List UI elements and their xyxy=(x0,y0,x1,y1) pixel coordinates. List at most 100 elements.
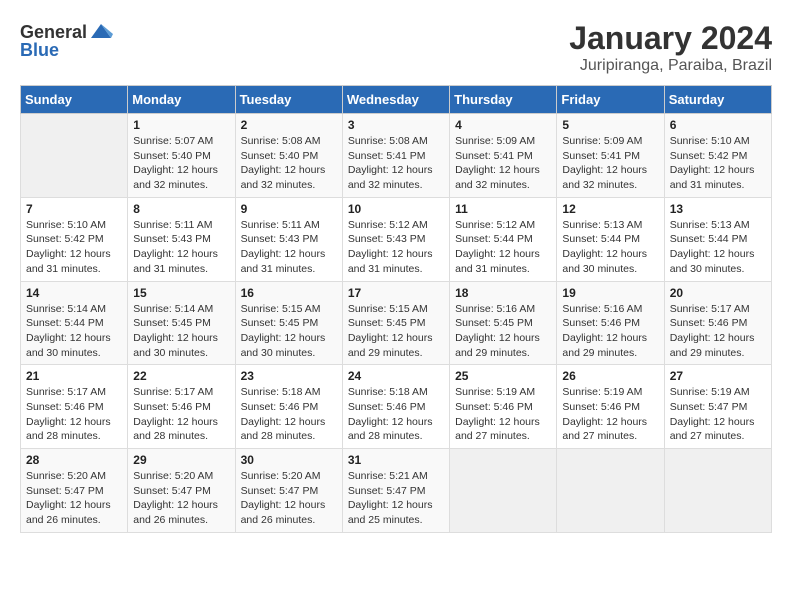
calendar-cell: 30 Sunrise: 5:20 AMSunset: 5:47 PMDayligh… xyxy=(235,449,342,533)
day-info: Sunrise: 5:17 AMSunset: 5:46 PMDaylight:… xyxy=(670,302,766,361)
day-number: 12 xyxy=(562,202,658,216)
day-number: 27 xyxy=(670,369,766,383)
header-saturday: Saturday xyxy=(664,86,771,114)
day-info: Sunrise: 5:08 AMSunset: 5:40 PMDaylight:… xyxy=(241,134,337,193)
header-tuesday: Tuesday xyxy=(235,86,342,114)
logo-blue: Blue xyxy=(20,40,59,61)
day-info: Sunrise: 5:11 AMSunset: 5:43 PMDaylight:… xyxy=(133,218,229,277)
day-number: 5 xyxy=(562,118,658,132)
day-number: 13 xyxy=(670,202,766,216)
header-thursday: Thursday xyxy=(450,86,557,114)
day-info: Sunrise: 5:08 AMSunset: 5:41 PMDaylight:… xyxy=(348,134,444,193)
day-number: 9 xyxy=(241,202,337,216)
calendar-cell: 25 Sunrise: 5:19 AMSunset: 5:46 PMDayligh… xyxy=(450,365,557,449)
day-info: Sunrise: 5:19 AMSunset: 5:46 PMDaylight:… xyxy=(562,385,658,444)
calendar-cell: 15 Sunrise: 5:14 AMSunset: 5:45 PMDayligh… xyxy=(128,281,235,365)
calendar-header-row: SundayMondayTuesdayWednesdayThursdayFrid… xyxy=(21,86,772,114)
calendar-week-row: 7 Sunrise: 5:10 AMSunset: 5:42 PMDaylight… xyxy=(21,197,772,281)
calendar-cell xyxy=(664,449,771,533)
calendar-cell: 29 Sunrise: 5:20 AMSunset: 5:47 PMDayligh… xyxy=(128,449,235,533)
day-info: Sunrise: 5:17 AMSunset: 5:46 PMDaylight:… xyxy=(26,385,122,444)
day-info: Sunrise: 5:09 AMSunset: 5:41 PMDaylight:… xyxy=(455,134,551,193)
calendar-cell: 27 Sunrise: 5:19 AMSunset: 5:47 PMDayligh… xyxy=(664,365,771,449)
day-info: Sunrise: 5:17 AMSunset: 5:46 PMDaylight:… xyxy=(133,385,229,444)
header-wednesday: Wednesday xyxy=(342,86,449,114)
day-info: Sunrise: 5:19 AMSunset: 5:47 PMDaylight:… xyxy=(670,385,766,444)
day-number: 19 xyxy=(562,286,658,300)
day-info: Sunrise: 5:21 AMSunset: 5:47 PMDaylight:… xyxy=(348,469,444,528)
calendar-week-row: 28 Sunrise: 5:20 AMSunset: 5:47 PMDayligh… xyxy=(21,449,772,533)
calendar-cell: 13Sunrise: 5:13 AMSunset: 5:44 PMDayligh… xyxy=(664,197,771,281)
day-number: 23 xyxy=(241,369,337,383)
day-info: Sunrise: 5:16 AMSunset: 5:46 PMDaylight:… xyxy=(562,302,658,361)
day-number: 30 xyxy=(241,453,337,467)
calendar-cell: 20Sunrise: 5:17 AMSunset: 5:46 PMDayligh… xyxy=(664,281,771,365)
header-sunday: Sunday xyxy=(21,86,128,114)
calendar-cell xyxy=(450,449,557,533)
day-number: 24 xyxy=(348,369,444,383)
day-number: 14 xyxy=(26,286,122,300)
calendar-cell: 6 Sunrise: 5:10 AMSunset: 5:42 PMDaylight… xyxy=(664,114,771,198)
calendar-cell: 11 Sunrise: 5:12 AMSunset: 5:44 PMDayligh… xyxy=(450,197,557,281)
day-info: Sunrise: 5:18 AMSunset: 5:46 PMDaylight:… xyxy=(241,385,337,444)
day-number: 28 xyxy=(26,453,122,467)
day-info: Sunrise: 5:14 AMSunset: 5:45 PMDaylight:… xyxy=(133,302,229,361)
calendar-cell: 14 Sunrise: 5:14 AMSunset: 5:44 PMDayligh… xyxy=(21,281,128,365)
day-info: Sunrise: 5:14 AMSunset: 5:44 PMDaylight:… xyxy=(26,302,122,361)
calendar-cell: 21 Sunrise: 5:17 AMSunset: 5:46 PMDayligh… xyxy=(21,365,128,449)
day-info: Sunrise: 5:10 AMSunset: 5:42 PMDaylight:… xyxy=(670,134,766,193)
calendar-cell: 24 Sunrise: 5:18 AMSunset: 5:46 PMDayligh… xyxy=(342,365,449,449)
calendar-table: SundayMondayTuesdayWednesdayThursdayFrid… xyxy=(20,85,772,533)
calendar-cell: 26Sunrise: 5:19 AMSunset: 5:46 PMDayligh… xyxy=(557,365,664,449)
calendar-week-row: 14 Sunrise: 5:14 AMSunset: 5:44 PMDayligh… xyxy=(21,281,772,365)
calendar-cell: 28 Sunrise: 5:20 AMSunset: 5:47 PMDayligh… xyxy=(21,449,128,533)
day-number: 3 xyxy=(348,118,444,132)
day-info: Sunrise: 5:20 AMSunset: 5:47 PMDaylight:… xyxy=(241,469,337,528)
day-number: 18 xyxy=(455,286,551,300)
calendar-cell: 22 Sunrise: 5:17 AMSunset: 5:46 PMDayligh… xyxy=(128,365,235,449)
calendar-cell: 4 Sunrise: 5:09 AMSunset: 5:41 PMDaylight… xyxy=(450,114,557,198)
day-info: Sunrise: 5:12 AMSunset: 5:44 PMDaylight:… xyxy=(455,218,551,277)
day-info: Sunrise: 5:18 AMSunset: 5:46 PMDaylight:… xyxy=(348,385,444,444)
day-number: 11 xyxy=(455,202,551,216)
calendar-cell xyxy=(557,449,664,533)
day-info: Sunrise: 5:07 AMSunset: 5:40 PMDaylight:… xyxy=(133,134,229,193)
calendar-cell: 12 Sunrise: 5:13 AMSunset: 5:44 PMDayligh… xyxy=(557,197,664,281)
day-number: 2 xyxy=(241,118,337,132)
calendar-cell xyxy=(21,114,128,198)
day-number: 1 xyxy=(133,118,229,132)
calendar-cell: 18Sunrise: 5:16 AMSunset: 5:45 PMDayligh… xyxy=(450,281,557,365)
calendar-cell: 8Sunrise: 5:11 AMSunset: 5:43 PMDaylight… xyxy=(128,197,235,281)
day-info: Sunrise: 5:12 AMSunset: 5:43 PMDaylight:… xyxy=(348,218,444,277)
calendar-cell: 10Sunrise: 5:12 AMSunset: 5:43 PMDayligh… xyxy=(342,197,449,281)
calendar-cell: 19 Sunrise: 5:16 AMSunset: 5:46 PMDayligh… xyxy=(557,281,664,365)
day-info: Sunrise: 5:20 AMSunset: 5:47 PMDaylight:… xyxy=(133,469,229,528)
day-info: Sunrise: 5:13 AMSunset: 5:44 PMDaylight:… xyxy=(562,218,658,277)
day-number: 16 xyxy=(241,286,337,300)
calendar-cell: 5 Sunrise: 5:09 AMSunset: 5:41 PMDaylight… xyxy=(557,114,664,198)
day-number: 15 xyxy=(133,286,229,300)
calendar-cell: 7 Sunrise: 5:10 AMSunset: 5:42 PMDaylight… xyxy=(21,197,128,281)
day-number: 25 xyxy=(455,369,551,383)
day-number: 21 xyxy=(26,369,122,383)
day-number: 7 xyxy=(26,202,122,216)
calendar-week-row: 21 Sunrise: 5:17 AMSunset: 5:46 PMDayligh… xyxy=(21,365,772,449)
logo-icon xyxy=(89,20,113,44)
day-info: Sunrise: 5:15 AMSunset: 5:45 PMDaylight:… xyxy=(348,302,444,361)
day-number: 22 xyxy=(133,369,229,383)
main-title: January 2024 xyxy=(569,20,772,57)
calendar-cell: 3 Sunrise: 5:08 AMSunset: 5:41 PMDaylight… xyxy=(342,114,449,198)
day-info: Sunrise: 5:10 AMSunset: 5:42 PMDaylight:… xyxy=(26,218,122,277)
day-info: Sunrise: 5:20 AMSunset: 5:47 PMDaylight:… xyxy=(26,469,122,528)
day-info: Sunrise: 5:19 AMSunset: 5:46 PMDaylight:… xyxy=(455,385,551,444)
day-number: 31 xyxy=(348,453,444,467)
calendar-cell: 23 Sunrise: 5:18 AMSunset: 5:46 PMDayligh… xyxy=(235,365,342,449)
header-friday: Friday xyxy=(557,86,664,114)
day-number: 29 xyxy=(133,453,229,467)
calendar-cell: 1 Sunrise: 5:07 AMSunset: 5:40 PMDaylight… xyxy=(128,114,235,198)
day-number: 4 xyxy=(455,118,551,132)
day-info: Sunrise: 5:09 AMSunset: 5:41 PMDaylight:… xyxy=(562,134,658,193)
day-number: 6 xyxy=(670,118,766,132)
day-info: Sunrise: 5:15 AMSunset: 5:45 PMDaylight:… xyxy=(241,302,337,361)
calendar-cell: 9Sunrise: 5:11 AMSunset: 5:43 PMDaylight… xyxy=(235,197,342,281)
